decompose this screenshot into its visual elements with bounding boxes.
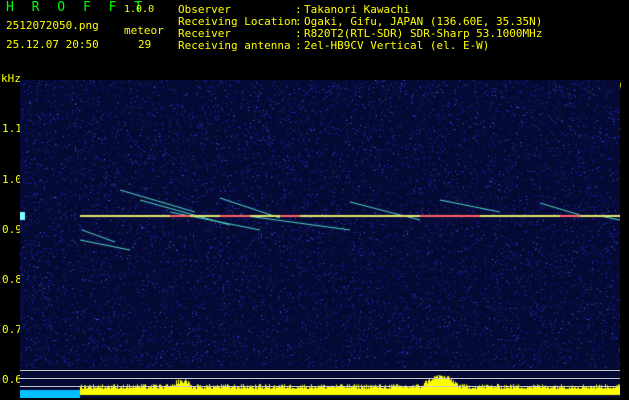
antenna-label: Receiving antenna bbox=[178, 39, 291, 52]
range-marker-line bbox=[20, 378, 620, 379]
range-marker-line bbox=[20, 370, 620, 371]
antenna-value: 2el-HB9CV Vertical (el. E-W) bbox=[304, 39, 490, 52]
freq-tick: 1.1 bbox=[2, 122, 22, 135]
freq-tick: 0.9 bbox=[2, 223, 22, 236]
freq-tick: 0.8 bbox=[2, 273, 22, 286]
freq-tick: 0.6 bbox=[2, 373, 22, 386]
date-time: 25.12.07 20:50 bbox=[6, 38, 99, 51]
range-marker-line bbox=[20, 386, 620, 387]
freq-tick: 1.0 bbox=[2, 173, 22, 186]
meteor-label: meteor bbox=[124, 24, 164, 37]
app-version: 1.0.0 bbox=[124, 4, 155, 15]
meteor-count: 29 bbox=[138, 38, 152, 51]
frequency-unit-label: kHz bbox=[1, 72, 21, 85]
antenna-separator: : bbox=[295, 39, 302, 52]
freq-tick: 0.7 bbox=[2, 323, 22, 336]
file-name: 2512072050.png bbox=[6, 19, 99, 32]
spectrogram-canvas bbox=[20, 80, 620, 398]
